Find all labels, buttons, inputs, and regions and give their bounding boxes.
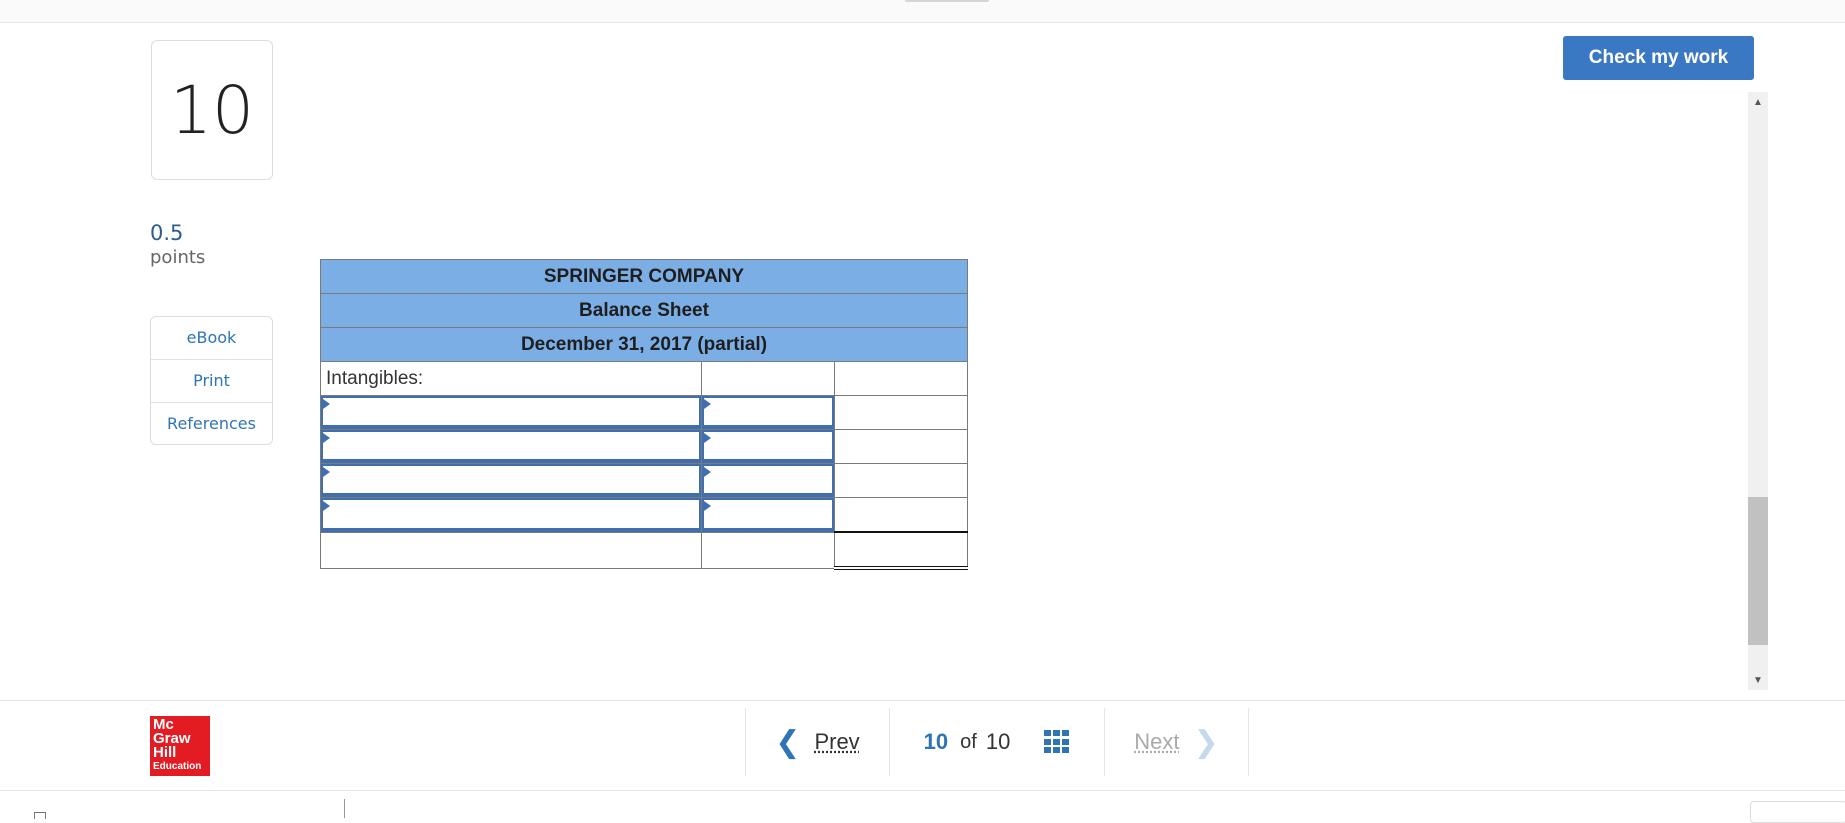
bottom-strip	[0, 790, 1845, 818]
prev-button[interactable]: ❮ Prev	[745, 708, 889, 776]
account-dropdown[interactable]	[321, 396, 701, 429]
ebook-link[interactable]: eBook	[151, 317, 272, 360]
question-number: 10	[170, 72, 254, 149]
next-label: Next	[1134, 729, 1179, 755]
table-row	[321, 498, 968, 533]
question-navigation: ❮ Prev 10 of 10 Next ❯	[745, 708, 1249, 776]
total-cell	[835, 430, 968, 464]
points-label: points	[150, 247, 205, 268]
header-row: December 31, 2017 (partial)	[321, 328, 968, 362]
amount-cell	[702, 362, 835, 396]
table-row	[321, 430, 968, 464]
amount-cell	[702, 498, 835, 533]
balance-sheet-table: SPRINGER COMPANY Balance Sheet December …	[320, 259, 968, 570]
prev-label: Prev	[814, 729, 859, 755]
total-cell	[835, 464, 968, 498]
statement-date: December 31, 2017 (partial)	[321, 328, 968, 362]
chevron-left-icon: ❮	[775, 725, 800, 760]
total-questions: 10	[986, 729, 1010, 755]
amount-cell	[702, 464, 835, 498]
table-row: Intangibles:	[321, 362, 968, 396]
grid-icon[interactable]	[1044, 730, 1070, 754]
question-counter[interactable]: 10 of 10	[889, 708, 1104, 776]
scroll-down-arrow-icon[interactable]: ▼	[1748, 670, 1768, 690]
amount-cell	[702, 396, 835, 430]
current-question: 10	[924, 729, 948, 755]
account-dropdown[interactable]	[321, 430, 701, 463]
header-row: Balance Sheet	[321, 294, 968, 328]
document-icon	[34, 812, 46, 819]
chevron-right-icon: ❯	[1194, 725, 1219, 760]
amount-input[interactable]	[702, 396, 834, 429]
account-dropdown[interactable]	[321, 464, 701, 497]
top-tab-stub	[905, 0, 989, 2]
intangibles-label: Intangibles:	[321, 362, 702, 396]
top-bar	[0, 0, 1845, 23]
table-row	[321, 464, 968, 498]
vertical-scrollbar[interactable]: ▲ ▼	[1748, 92, 1768, 690]
header-row: SPRINGER COMPANY	[321, 260, 968, 294]
total-row	[321, 532, 968, 568]
print-link[interactable]: Print	[151, 360, 272, 403]
panel-stub	[1750, 801, 1845, 823]
points-value: 0.5	[150, 221, 183, 245]
amount-cell	[702, 430, 835, 464]
total-cell	[835, 362, 968, 396]
question-number-box: 10	[151, 40, 273, 180]
resources-panel: eBook Print References	[150, 316, 273, 445]
next-button[interactable]: Next ❯	[1104, 708, 1249, 776]
amount-input[interactable]	[702, 464, 834, 497]
account-cell	[321, 498, 702, 533]
amount-input[interactable]	[702, 498, 834, 532]
amount-input[interactable]	[702, 430, 834, 463]
statement-title: Balance Sheet	[321, 294, 968, 328]
total-cell	[835, 396, 968, 430]
table-row	[321, 396, 968, 430]
account-cell	[321, 464, 702, 498]
account-cell	[321, 430, 702, 464]
of-label: of	[960, 731, 977, 754]
mcgraw-hill-logo: Mc Graw Hill Education	[150, 716, 210, 776]
total-cell	[835, 498, 968, 533]
divider	[344, 799, 345, 818]
scrollbar-thumb[interactable]	[1748, 497, 1768, 645]
grand-total-cell	[835, 532, 968, 568]
references-link[interactable]: References	[151, 403, 272, 444]
total-label-cell	[321, 532, 702, 568]
company-name: SPRINGER COMPANY	[321, 260, 968, 294]
amount-cell	[702, 532, 835, 568]
account-dropdown[interactable]	[321, 498, 701, 532]
check-my-work-button[interactable]: Check my work	[1563, 36, 1754, 80]
scroll-up-arrow-icon[interactable]: ▲	[1748, 92, 1768, 112]
account-cell	[321, 396, 702, 430]
